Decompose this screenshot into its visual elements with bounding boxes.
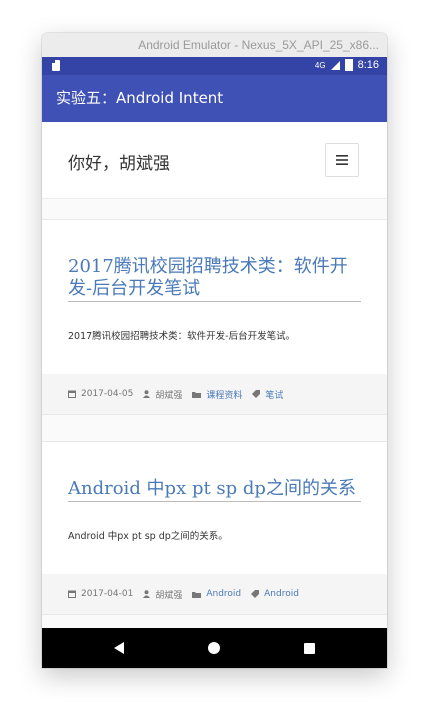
post-author: 胡斌强 bbox=[155, 390, 183, 401]
tag-icon bbox=[251, 590, 260, 598]
person-icon bbox=[143, 590, 151, 598]
post-title-link[interactable]: 2017腾讯校园招聘技术类：软件开发-后台开发笔试 bbox=[68, 256, 361, 302]
post-card: Android 中px pt sp dp之间的关系 Android 中px pt… bbox=[42, 441, 387, 615]
post-excerpt: Android 中px pt sp dp之间的关系。 bbox=[68, 531, 228, 542]
signal-icon bbox=[330, 60, 340, 70]
post-category-link[interactable]: Android bbox=[206, 589, 241, 599]
post-tag-link[interactable]: Android bbox=[264, 589, 299, 599]
folder-icon bbox=[192, 591, 202, 598]
post-tag-link[interactable]: 笔试 bbox=[265, 388, 283, 401]
spacer bbox=[42, 415, 387, 441]
sd-card-icon bbox=[52, 60, 60, 71]
post-meta: 2017-04-05 胡斌强 课程资料 笔试 bbox=[42, 374, 387, 414]
folder-icon bbox=[192, 391, 202, 398]
android-nav-bar bbox=[42, 628, 387, 668]
emulator-titlebar: Android Emulator - Nexus_5X_API_25_x86..… bbox=[42, 33, 387, 57]
calendar-icon bbox=[68, 590, 76, 598]
person-icon bbox=[143, 390, 151, 398]
recents-square-icon[interactable] bbox=[304, 642, 315, 654]
site-header: 你好，胡斌强 bbox=[42, 122, 387, 199]
menu-toggle-button[interactable] bbox=[325, 143, 359, 177]
calendar-icon bbox=[68, 390, 76, 398]
site-title[interactable]: 你好，胡斌强 bbox=[68, 149, 170, 174]
post-date: 2017-04-01 bbox=[81, 589, 134, 599]
home-circle-icon[interactable] bbox=[208, 642, 220, 654]
network-type: 4G bbox=[314, 60, 326, 70]
spacer bbox=[42, 199, 387, 219]
app-bar-title: 实验五：Android Intent bbox=[42, 75, 387, 122]
status-time: 8:16 bbox=[357, 59, 379, 71]
post-date: 2017-04-05 bbox=[81, 389, 134, 399]
status-indicators: 4G 8:16 bbox=[315, 59, 379, 71]
post-excerpt: 2017腾讯校园招聘技术类：软件开发-后台开发笔试。 bbox=[68, 331, 296, 342]
hamburger-icon bbox=[336, 155, 348, 165]
tag-icon bbox=[252, 390, 261, 398]
emulator-window: Android Emulator - Nexus_5X_API_25_x86..… bbox=[42, 33, 387, 668]
post-title-link[interactable]: Android 中px pt sp dp之间的关系 bbox=[68, 478, 361, 502]
post-card: 2017腾讯校园招聘技术类：软件开发-后台开发笔试 2017腾讯校园招聘技术类：… bbox=[42, 219, 387, 415]
post-meta: 2017-04-01 胡斌强 Android Android bbox=[42, 574, 387, 614]
post-author: 胡斌强 bbox=[155, 590, 183, 601]
back-triangle-icon[interactable] bbox=[114, 642, 124, 654]
post-category-link[interactable]: 课程资料 bbox=[206, 388, 242, 401]
status-bar: 4G 8:16 bbox=[42, 57, 387, 75]
battery-icon bbox=[344, 59, 353, 71]
webview-content[interactable]: 你好，胡斌强 2017腾讯校园招聘技术类：软件开发-后台开发笔试 2017腾讯校… bbox=[42, 122, 387, 628]
